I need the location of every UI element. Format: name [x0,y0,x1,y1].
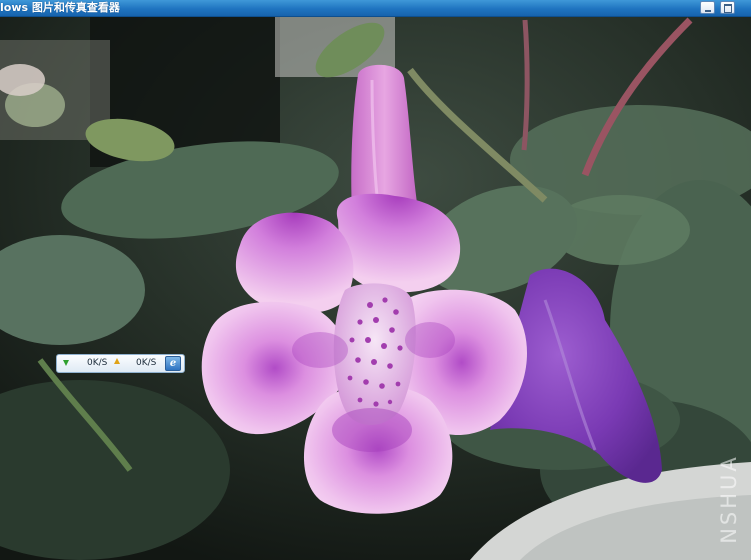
download-speed-text: 0K/S [87,358,108,368]
watermark: NSHUA [712,440,746,558]
image-viewer-window: lows 图片和传真查看器 0K/S 0K/S e NSHUA [0,0,751,560]
upload-speed-text: 0K/S [136,358,157,368]
network-speed-widget[interactable]: 0K/S 0K/S e [56,354,185,373]
download-arrow-icon [63,360,69,366]
upload-arrow-icon [114,358,120,364]
title-bar[interactable]: lows 图片和传真查看器 [0,0,751,17]
watermark-text: NSHUA [717,454,741,544]
maximize-button[interactable] [720,1,735,14]
window-title: lows 图片和传真查看器 [0,1,120,14]
minimize-button[interactable] [700,1,715,14]
flower-photo [0,17,751,560]
internet-explorer-icon[interactable]: e [165,356,181,371]
